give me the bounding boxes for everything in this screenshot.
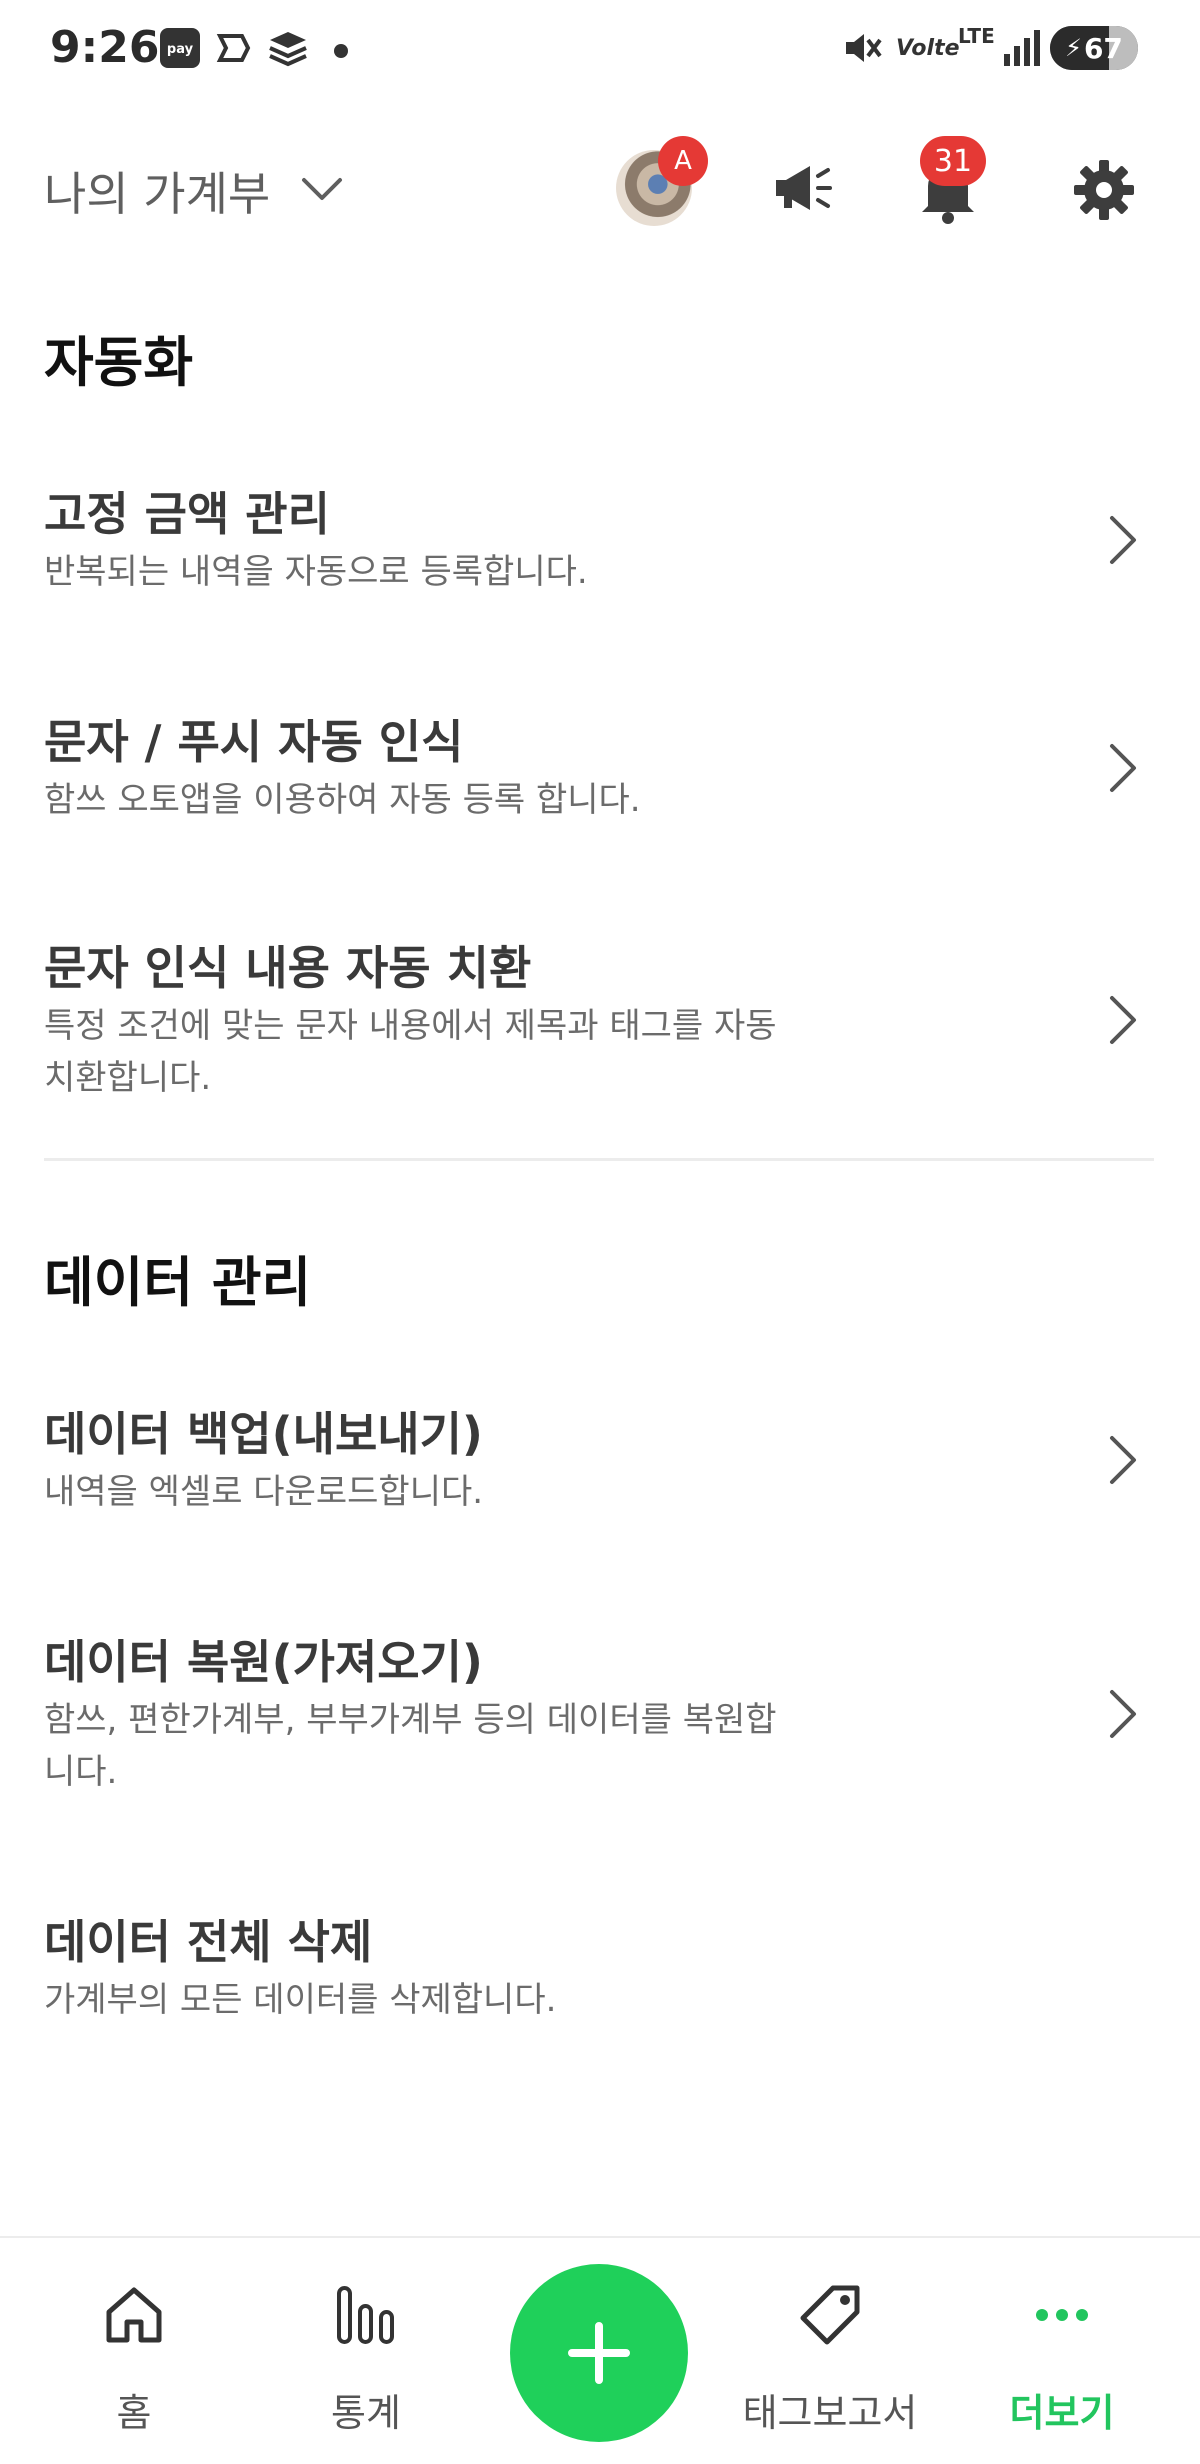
status-bar: 9:26 pay Volte LTE ⚡ 67 [0,0,1200,100]
nav-label: 태그보고서 [742,2391,918,2435]
nav-label: 통계 [331,2391,401,2435]
pay-icon: pay [160,28,200,68]
app-s-icon [216,34,251,62]
menu-item-desc: 함쓰, 편한가계부, 부부가계부 등의 데이터를 복원합니다. [44,1700,777,1792]
menu-item-data-restore[interactable]: 데이터 복원(가져오기) 함쓰, 편한가계부, 부부가계부 등의 데이터를 복원… [0,1618,1200,1818]
nav-label: 홈 [116,2391,152,2435]
menu-item-desc: 가계부의 모든 데이터를 삭제합니다. [44,1980,557,2020]
menu-item-sms-push-recognition[interactable]: 문자 / 푸시 자동 인식 함쓰 오토앱을 이용하여 자동 등록 합니다. [0,698,1200,858]
notification-dot [334,44,348,58]
section-title-data-management: 데이터 관리 [44,1251,312,1314]
battery-text: ⚡ 67 [1050,26,1138,70]
notification-badge: 31 [920,136,986,186]
nav-tag-report[interactable]: 태그보고서 [730,2238,930,2464]
add-entry-button[interactable] [510,2264,688,2442]
section-divider [44,1158,1154,1161]
menu-item-sms-auto-replace[interactable]: 문자 인식 내용 자동 치환 특정 조건에 맞는 문자 내용에서 제목과 태그를… [0,924,1200,1124]
section-title-automation: 자동화 [44,331,194,394]
app-screen: 9:26 pay Volte LTE ⚡ 67 나의 가계부 A 31 자동화 … [0,0,1200,2464]
status-time: 9:26 [50,22,160,73]
plus-icon [568,2322,630,2384]
lte-label: LTE [958,24,995,48]
signal-icon [1004,30,1040,66]
nav-more[interactable]: 더보기 [962,2238,1162,2464]
app-header: 나의 가계부 A 31 [0,136,1200,240]
nav-home[interactable]: 홈 [34,2238,234,2464]
menu-item-desc: 내역을 엑셀로 다운로드합니다. [44,1472,484,1512]
megaphone-icon[interactable] [770,156,838,220]
more-dots-icon [1036,2309,1088,2321]
nav-stats[interactable]: 통계 [266,2238,466,2464]
menu-item-data-delete-all[interactable]: 데이터 전체 삭제 가계부의 모든 데이터를 삭제합니다. [0,1898,1200,2048]
chevron-right-icon [1110,516,1136,564]
menu-item-title: 문자 / 푸시 자동 인식 [44,715,464,769]
mute-icon [846,34,882,62]
chevron-right-icon [1110,744,1136,792]
bar-chart-icon [337,2286,394,2344]
menu-item-desc: 함쓰 오토앱을 이용하여 자동 등록 합니다. [44,780,641,820]
menu-item-title: 고정 금액 관리 [44,487,330,541]
menu-item-title: 데이터 복원(가져오기) [44,1635,483,1689]
menu-item-title: 문자 인식 내용 자동 치환 [44,941,532,995]
battery-indicator: ⚡ 67 [1050,26,1138,70]
nav-label: 더보기 [1009,2391,1115,2435]
home-icon [106,2287,162,2343]
chevron-right-icon [1110,1690,1136,1738]
avatar-badge: A [658,136,708,186]
menu-item-title: 데이터 전체 삭제 [44,1915,373,1969]
chevron-right-icon [1110,1436,1136,1484]
svg-text:pay: pay [167,42,194,57]
menu-item-title: 데이터 백업(내보내기) [44,1407,483,1461]
book-selector-label[interactable]: 나의 가계부 [44,158,270,224]
chevron-right-icon [1110,996,1136,1044]
menu-item-fixed-amount[interactable]: 고정 금액 관리 반복되는 내역을 자동으로 등록합니다. [0,470,1200,630]
gear-icon[interactable] [1070,156,1138,224]
battery-percent: 67 [1083,31,1123,65]
menu-item-data-backup[interactable]: 데이터 백업(내보내기) 내역을 엑셀로 다운로드합니다. [0,1390,1200,1550]
stack-icon [269,32,307,67]
volte-label: Volte [896,36,960,61]
tag-icon [800,2285,860,2345]
chevron-down-icon[interactable] [298,170,346,210]
menu-item-desc: 특정 조건에 맞는 문자 내용에서 제목과 태그를 자동 치환합니다. [44,1006,777,1098]
menu-item-desc: 반복되는 내역을 자동으로 등록합니다. [44,552,588,592]
bottom-nav: 홈 통계 태그보고서 더보기 [0,2236,1200,2464]
charging-icon: ⚡ [1065,34,1082,62]
